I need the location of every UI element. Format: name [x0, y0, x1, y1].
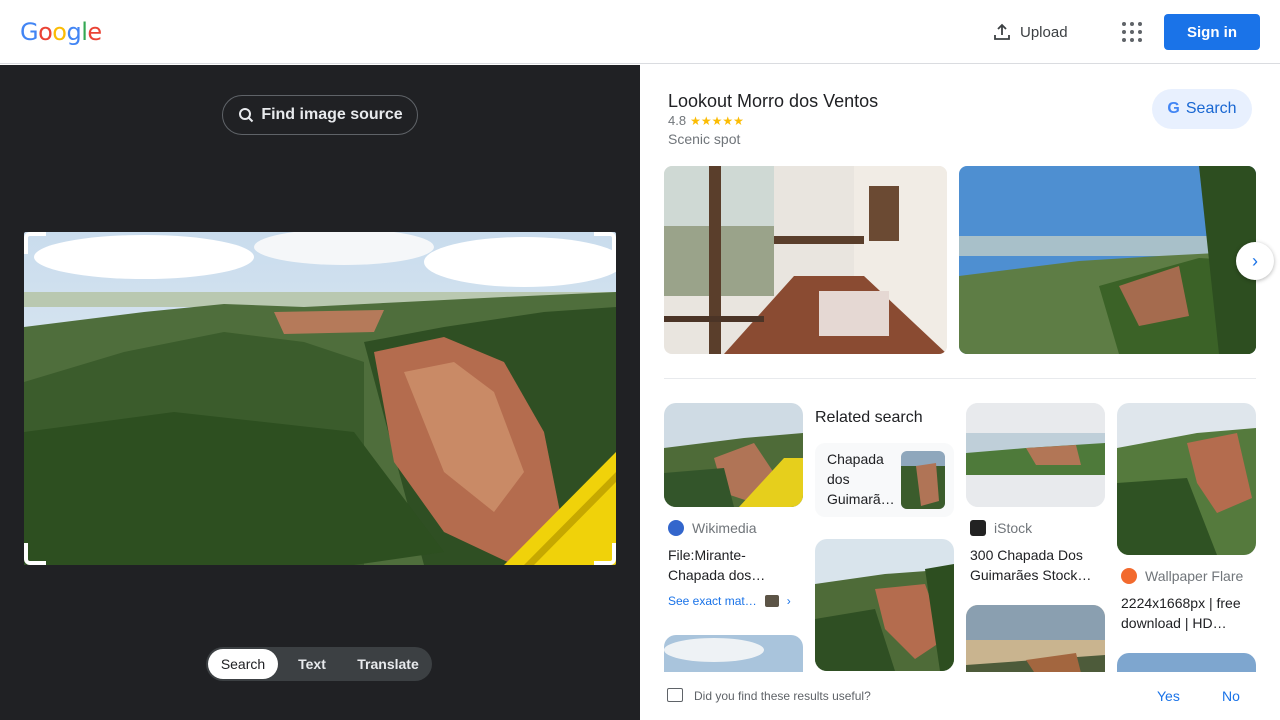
google-search-label: Search [1185, 100, 1237, 117]
result-image-istock[interactable] [966, 403, 1105, 507]
upload-label: Upload [1020, 23, 1068, 41]
upload-icon [994, 23, 1010, 40]
result-image-wallpaper[interactable] [1117, 403, 1256, 555]
exact-match-thumbnail [764, 595, 779, 607]
feedback-no-button[interactable]: No [1222, 688, 1240, 704]
divider [664, 378, 1256, 379]
feedback-bar: Did you find these results useful? Yes N… [640, 672, 1280, 720]
upload-button[interactable]: Upload [992, 20, 1068, 44]
result-image-wikimedia[interactable] [664, 403, 803, 507]
google-search-button[interactable]: G Search [1152, 89, 1252, 129]
wallpaper-flare-icon [1121, 568, 1137, 584]
wikimedia-icon [668, 520, 684, 536]
google-logo[interactable]: Google [20, 18, 102, 46]
source-istock[interactable]: iStock [970, 520, 1032, 536]
find-image-source-button[interactable]: Find image source [222, 95, 418, 135]
result-caption[interactable]: File:Mirante-Chapada dos… [668, 545, 798, 585]
sign-in-button[interactable]: Sign in [1164, 14, 1260, 50]
source-name: iStock [994, 520, 1033, 536]
related-search-card[interactable]: Chapada dos Guimarã… [815, 443, 954, 517]
mode-tabs: Search Text Translate [206, 647, 432, 681]
chevron-right-icon: › [786, 594, 791, 608]
result-image-canyon-view[interactable] [815, 539, 954, 671]
crop-handle-bottom-left[interactable] [24, 543, 46, 565]
crop-handle-top-left[interactable] [24, 232, 46, 254]
place-rating: 4.8 ★★★★★ [668, 113, 744, 128]
crop-handle-top-right[interactable] [594, 232, 616, 254]
apps-grid-icon[interactable] [1122, 22, 1142, 42]
source-name: Wallpaper Flare [1145, 568, 1244, 584]
see-exact-matches-link[interactable]: See exact mat… › [668, 594, 791, 608]
place-photo-canyon[interactable] [959, 166, 1256, 354]
feedback-yes-button[interactable]: Yes [1157, 688, 1180, 704]
crop-handle-bottom-right[interactable] [594, 543, 616, 565]
see-exact-label: See exact mat… [668, 594, 757, 608]
source-wallpaper-flare[interactable]: Wallpaper Flare [1121, 568, 1243, 584]
feedback-question: Did you find these results useful? [694, 689, 871, 703]
top-bar: Google Upload Sign in [0, 0, 1280, 64]
place-type: Scenic spot [668, 131, 741, 147]
related-search-heading: Related search [815, 409, 923, 426]
place-title[interactable]: Lookout Morro dos Ventos [668, 91, 878, 112]
query-image [24, 232, 616, 565]
rating-stars: ★★★★★ [690, 113, 744, 128]
feedback-icon [667, 688, 683, 702]
image-preview-panel: Find image source Search Text Translate [0, 65, 640, 720]
source-wikimedia[interactable]: Wikimedia [668, 520, 757, 536]
istock-icon [970, 520, 986, 536]
carousel-next-button[interactable]: › [1236, 242, 1274, 280]
result-caption[interactable]: 2224x1668px | free download | HD… [1121, 593, 1256, 633]
tab-translate[interactable]: Translate [346, 649, 430, 679]
chevron-right-icon: › [1252, 250, 1258, 271]
result-caption[interactable]: 300 Chapada Dos Guimarães Stock… [970, 545, 1105, 585]
place-photo-porch[interactable] [664, 166, 947, 354]
related-search-thumbnail [901, 451, 945, 509]
image-search-icon [239, 108, 254, 123]
find-image-source-label: Find image source [261, 106, 403, 123]
tab-text[interactable]: Text [278, 649, 346, 679]
results-panel: Lookout Morro dos Ventos 4.8 ★★★★★ Sceni… [640, 65, 1280, 720]
source-name: Wikimedia [692, 520, 757, 536]
related-search-text: Chapada dos Guimarã… [827, 451, 895, 507]
tab-search[interactable]: Search [208, 649, 278, 679]
google-g-icon: G [1167, 100, 1180, 117]
rating-value: 4.8 [668, 113, 687, 128]
